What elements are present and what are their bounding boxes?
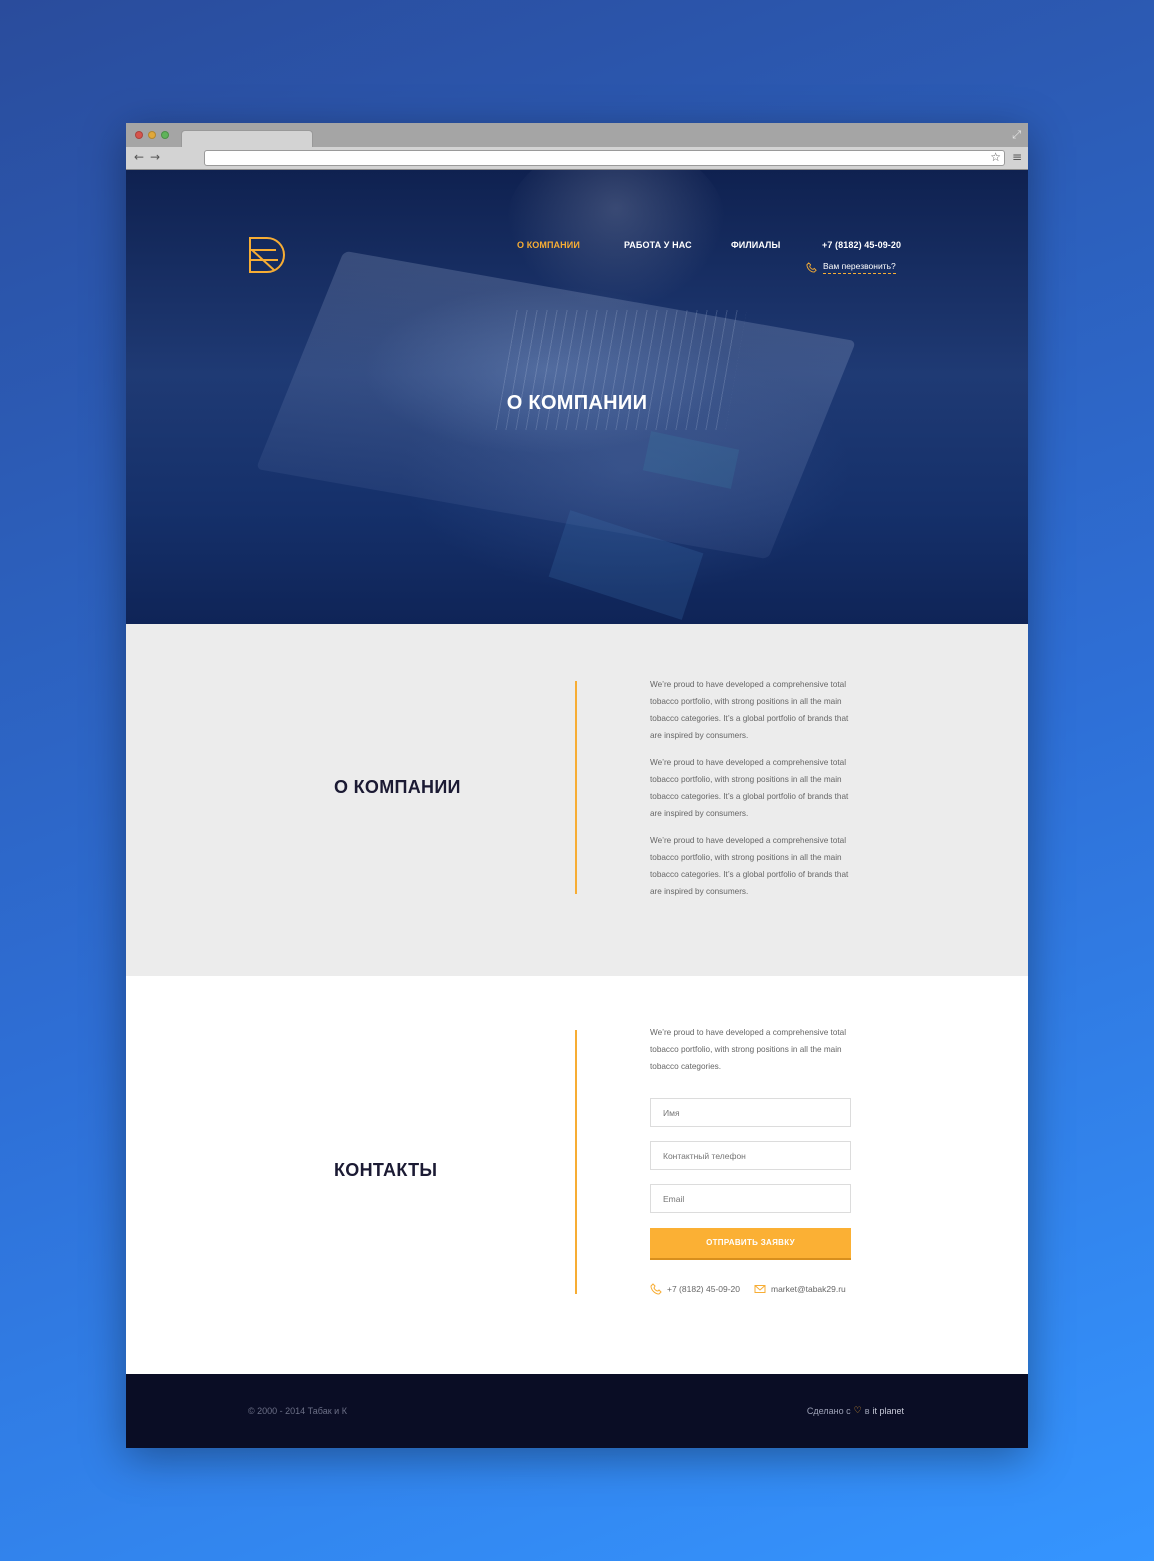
company-logo-icon[interactable]	[248, 236, 286, 274]
browser-window: ⤢ ← → ☆ ≡ О КОМПАНИИ РАБОТА У НАС ФИЛИАЛ…	[126, 123, 1028, 1448]
nav-item-branches[interactable]: ФИЛИАЛЫ	[731, 240, 780, 250]
browser-toolbar: ← → ☆ ≡	[126, 147, 1028, 170]
back-arrow-icon[interactable]: ←	[134, 150, 144, 164]
callback-label: Вам перезвонить?	[823, 261, 896, 274]
section-divider	[575, 1030, 577, 1294]
nav-item-careers[interactable]: РАБОТА У НАС	[624, 240, 692, 250]
section-divider	[575, 681, 577, 894]
contact-phone[interactable]: +7 (8182) 45-09-20	[650, 1283, 740, 1295]
phone-icon	[650, 1283, 662, 1295]
page-title: О КОМПАНИИ	[506, 392, 648, 414]
browser-menu-icon[interactable]: ≡	[1012, 150, 1022, 164]
forward-arrow-icon[interactable]: →	[150, 150, 160, 164]
heart-icon: ♡	[853, 1406, 862, 1416]
nav-item-about[interactable]: О КОМПАНИИ	[517, 240, 580, 250]
made-by-brand: it planet	[872, 1406, 904, 1416]
tab-bar: ⤢	[126, 123, 1028, 148]
about-heading: О КОМПАНИИ	[334, 777, 461, 797]
name-field[interactable]	[650, 1098, 851, 1127]
contact-email[interactable]: market@tabak29.ru	[754, 1283, 846, 1295]
hero-section: О КОМПАНИИ РАБОТА У НАС ФИЛИАЛЫ +7 (8182…	[126, 170, 1028, 624]
email-field[interactable]	[650, 1184, 851, 1213]
phone-field[interactable]	[650, 1141, 851, 1170]
window-controls	[135, 131, 169, 139]
header-phone: +7 (8182) 45-09-20	[822, 240, 902, 250]
contact-email-text: market@tabak29.ru	[771, 1284, 846, 1294]
made-by-mid: в	[864, 1406, 870, 1416]
made-by-credit[interactable]: Сделано с ♡ в it planet	[807, 1406, 904, 1416]
callback-link[interactable]: Вам перезвонить?	[806, 261, 896, 274]
close-window-button[interactable]	[135, 131, 143, 139]
about-paragraph: We’re proud to have developed a comprehe…	[650, 680, 849, 740]
maximize-window-button[interactable]	[161, 131, 169, 139]
made-by-prefix: Сделано с	[806, 1406, 851, 1416]
contacts-section: КОНТАКТЫ We’re proud to have developed a…	[126, 976, 1028, 1374]
bookmark-star-icon[interactable]: ☆	[990, 150, 1001, 164]
about-paragraph: We’re proud to have developed a comprehe…	[650, 758, 849, 818]
contacts-intro: We’re proud to have developed a comprehe…	[650, 1028, 847, 1071]
envelope-icon	[754, 1285, 766, 1293]
about-paragraph: We’re proud to have developed a comprehe…	[650, 836, 849, 896]
contacts-heading: КОНТАКТЫ	[334, 1160, 438, 1180]
about-section: О КОМПАНИИ We’re proud to have developed…	[126, 624, 1028, 976]
submit-request-button[interactable]: ОТПРАВИТЬ ЗАЯВКУ	[650, 1228, 851, 1258]
contact-phone-text: +7 (8182) 45-09-20	[667, 1284, 741, 1294]
browser-chrome: ⤢ ← → ☆ ≡	[126, 123, 1028, 170]
copyright-text: © 2000 - 2014 Табак и К	[248, 1406, 347, 1416]
address-bar[interactable]: ☆	[204, 150, 1005, 166]
browser-tab[interactable]	[181, 130, 313, 148]
fullscreen-icon[interactable]: ⤢	[1012, 128, 1021, 142]
minimize-window-button[interactable]	[148, 131, 156, 139]
phone-icon	[806, 262, 817, 273]
footer: © 2000 - 2014 Табак и К Сделано с ♡ в it…	[126, 1374, 1028, 1448]
